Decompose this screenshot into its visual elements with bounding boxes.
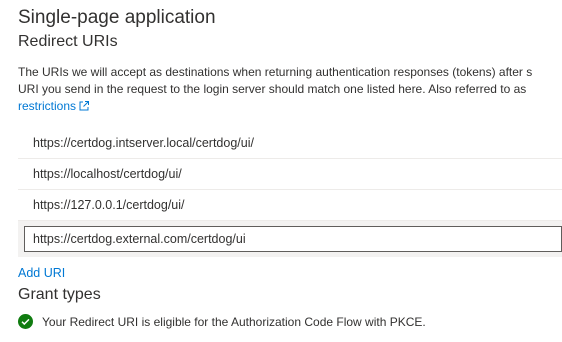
checkmark-circle-icon bbox=[18, 314, 33, 329]
redirect-uri-value: https://127.0.0.1/certdog/ui/ bbox=[33, 198, 185, 212]
redirect-uri-row[interactable]: https://127.0.0.1/certdog/ui/ bbox=[18, 190, 562, 221]
redirect-uri-value: https://certdog.intserver.local/certdog/… bbox=[33, 136, 254, 150]
pkce-status-text: Your Redirect URI is eligible for the Au… bbox=[42, 314, 426, 329]
redirect-uri-row[interactable]: https://certdog.intserver.local/certdog/… bbox=[18, 128, 562, 159]
redirect-uri-value: https://localhost/certdog/ui/ bbox=[33, 167, 182, 181]
redirect-uri-input[interactable] bbox=[24, 226, 562, 252]
description-line-2: URI you send in the request to the login… bbox=[18, 82, 527, 96]
grant-types-title: Grant types bbox=[18, 286, 101, 303]
pkce-status-message: Your Redirect URI is eligible for the Au… bbox=[18, 314, 426, 329]
restrictions-link-label: restrictions bbox=[18, 99, 77, 113]
description-line-3: restrictions bbox=[18, 98, 562, 115]
restrictions-link[interactable]: restrictions bbox=[18, 99, 90, 113]
redirect-uri-list: https://certdog.intserver.local/certdog/… bbox=[18, 128, 562, 257]
redirect-uris-description: The URIs we will accept as destinations … bbox=[18, 64, 562, 115]
external-link-icon bbox=[79, 101, 90, 111]
add-uri-link[interactable]: Add URI bbox=[18, 266, 65, 280]
section-title: Single-page application bbox=[18, 7, 216, 28]
redirect-uri-row-editing bbox=[18, 221, 562, 257]
redirect-uri-row[interactable]: https://localhost/certdog/ui/ bbox=[18, 159, 562, 190]
redirect-uris-title: Redirect URIs bbox=[18, 33, 118, 50]
description-line-1: The URIs we will accept as destinations … bbox=[18, 65, 533, 79]
